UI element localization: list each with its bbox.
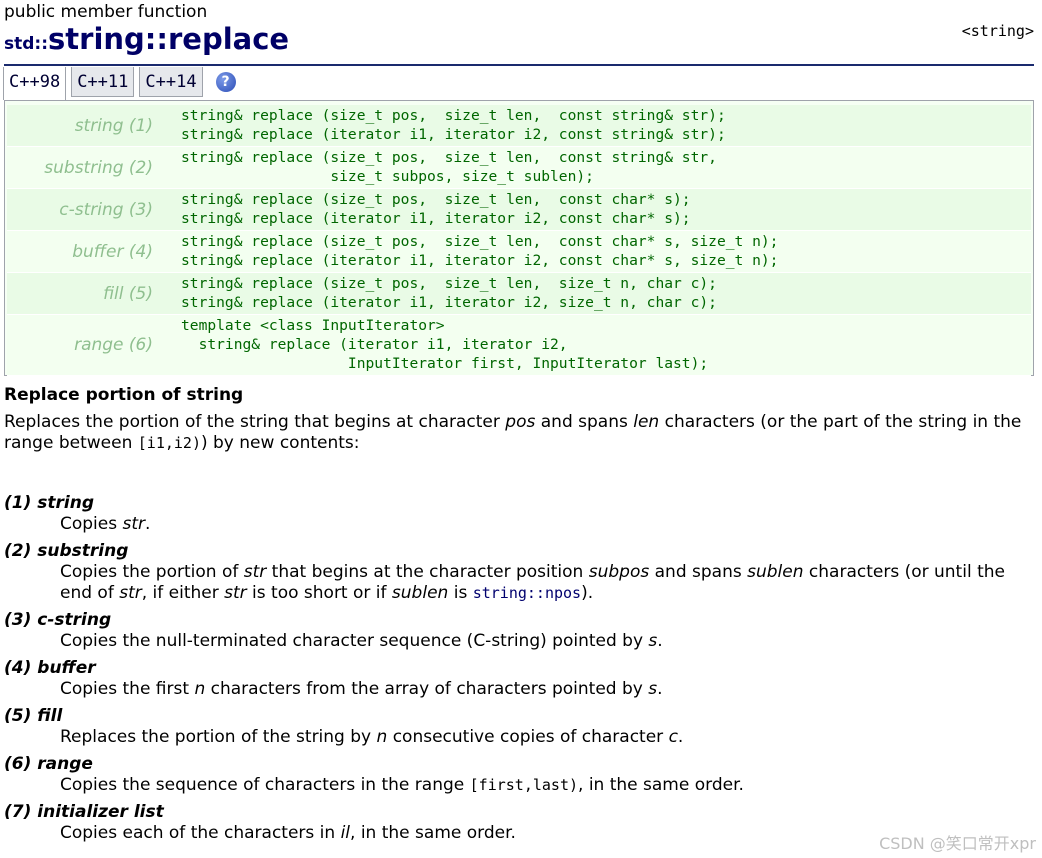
parameter-term: (7) initializer list — [4, 802, 164, 822]
prototype-row-string: string (1) string& replace (size_t pos, … — [7, 105, 1031, 147]
page-title: std::string::replace — [4, 22, 289, 56]
list-item: (1) string Copies str. — [4, 493, 1034, 535]
prototype-label: c-string (3) — [59, 199, 153, 220]
prototype-code: string& replace (size_t pos, size_t len,… — [181, 233, 779, 269]
prototype-label: buffer (4) — [72, 241, 153, 262]
parameter-term: (5) fill — [4, 706, 63, 726]
parameter-description: Copies str. — [60, 514, 151, 534]
parameter-list: (1) string Copies str. (2) substring Cop… — [4, 493, 1034, 850]
npos-link[interactable]: string::npos — [473, 584, 581, 602]
prototype-table: string (1) string& replace (size_t pos, … — [4, 100, 1034, 376]
header-reference[interactable]: <string> — [962, 22, 1034, 40]
prototype-code: string& replace (size_t pos, size_t len,… — [181, 191, 691, 227]
prototype-label: range (6) — [74, 335, 153, 355]
parameter-term: (1) string — [4, 493, 95, 513]
parameter-description: Copies the null-terminated character seq… — [60, 631, 663, 651]
parameter-term: (2) substring — [4, 541, 129, 561]
prototype-row-c-string: c-string (3) string& replace (size_t pos… — [7, 189, 1031, 231]
prototype-label: fill (5) — [103, 283, 153, 304]
list-item: (3) c-string Copies the null-terminated … — [4, 610, 1034, 652]
parameter-description: Copies the first n characters from the a… — [60, 679, 663, 699]
list-item: (4) buffer Copies the first n characters… — [4, 658, 1034, 700]
prototype-label: string (1) — [74, 115, 153, 136]
standard-tabs: C++98 C++11 C++14 ? — [3, 67, 236, 100]
tab-cpp14[interactable]: C++14 — [139, 67, 203, 97]
help-icon[interactable]: ? — [215, 72, 236, 92]
namespace-prefix: std:: — [4, 34, 49, 54]
tab-cpp98[interactable]: C++98 — [3, 67, 67, 100]
prototype-label: substring (2) — [44, 157, 153, 178]
watermark: CSDN @笑口常开xpr — [879, 834, 1036, 853]
section-title: Replace portion of string — [4, 385, 244, 405]
prototype-row-fill: fill (5) string& replace (size_t pos, si… — [7, 273, 1031, 315]
prototype-row-buffer: buffer (4) string& replace (size_t pos, … — [7, 231, 1031, 273]
prototype-code: template <class InputIterator> string& r… — [181, 317, 709, 372]
parameter-description: Copies the sequence of characters in the… — [60, 775, 744, 795]
parameter-term: (6) range — [4, 754, 93, 774]
parameter-term: (3) c-string — [4, 610, 112, 630]
prototype-row-range: range (6) template <class InputIterator>… — [7, 315, 1031, 376]
list-item: (5) fill Replaces the portion of the str… — [4, 706, 1034, 748]
prototype-code: string& replace (size_t pos, size_t len,… — [181, 275, 717, 311]
title-divider — [4, 64, 1034, 66]
function-name: string::replace — [48, 22, 290, 56]
prototype-code: string& replace (size_t pos, size_t len,… — [181, 107, 726, 143]
list-item: (2) substring Copies the portion of str … — [4, 541, 1034, 604]
list-item: (6) range Copies the sequence of charact… — [4, 754, 1034, 796]
tab-cpp11[interactable]: C++11 — [71, 67, 135, 97]
parameter-description: Replaces the portion of the string by n … — [60, 727, 684, 747]
parameter-description: Copies the portion of str that begins at… — [60, 562, 1005, 603]
parameter-term: (4) buffer — [4, 658, 96, 678]
member-kind: public member function — [4, 2, 208, 22]
prototype-code: string& replace (size_t pos, size_t len,… — [181, 149, 717, 185]
prototype-row-substring: substring (2) string& replace (size_t po… — [7, 147, 1031, 189]
intro-paragraph: Replaces the portion of the string that … — [4, 412, 1022, 453]
